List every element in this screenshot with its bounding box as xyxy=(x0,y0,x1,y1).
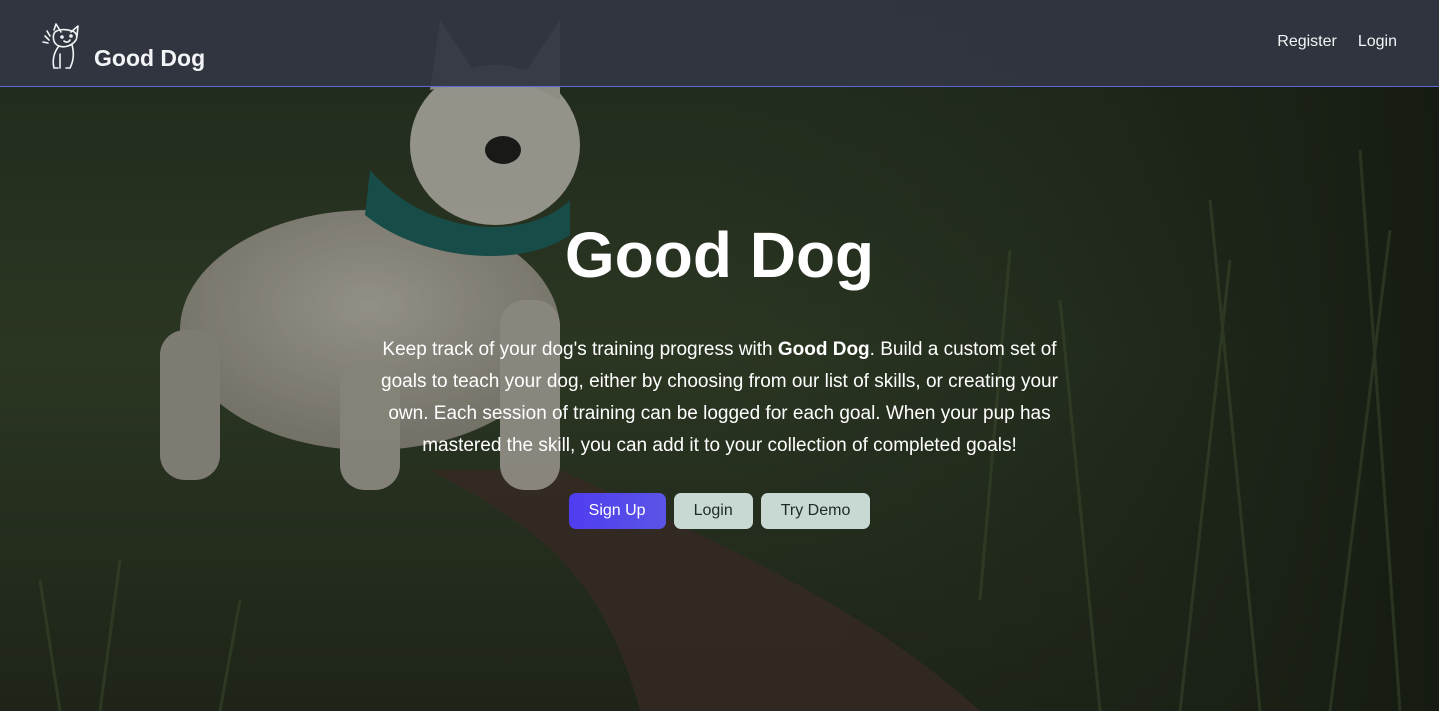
hero-section: Good Dog Keep track of your dog's traini… xyxy=(0,216,1439,529)
nav-links: Register Login xyxy=(1277,33,1397,51)
try-demo-button[interactable]: Try Demo xyxy=(760,493,871,529)
hero-title: Good Dog xyxy=(564,219,875,291)
brand-name: Good Dog xyxy=(94,45,206,71)
nav-login-link[interactable]: Login xyxy=(1358,33,1397,51)
login-button[interactable]: Login xyxy=(673,493,753,529)
navbar: Good Dog Register Login xyxy=(0,0,1439,87)
dog-logo-icon xyxy=(40,22,86,74)
hero-description-start: Keep track of your dog's training progre… xyxy=(382,339,778,360)
hero-description: Keep track of your dog's training progre… xyxy=(360,334,1080,462)
hero-actions: Sign Up Login Try Demo xyxy=(0,493,1439,529)
brand-link[interactable]: Good Dog xyxy=(40,14,205,74)
nav-register-link[interactable]: Register xyxy=(1277,33,1337,51)
signup-button[interactable]: Sign Up xyxy=(568,493,666,529)
hero-description-brand: Good Dog xyxy=(777,339,870,360)
